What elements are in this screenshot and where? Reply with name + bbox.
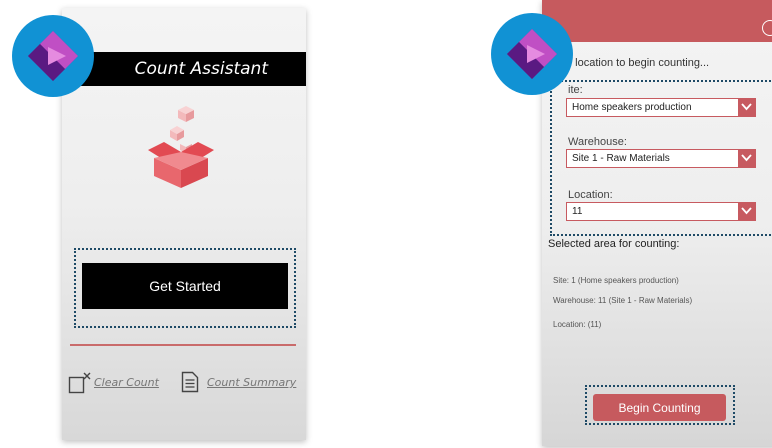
warehouse-label: Warehouse: (568, 136, 627, 148)
power-apps-logo-icon (491, 13, 573, 95)
site-dropdown-value: Home speakers production (572, 102, 692, 113)
location-selection-screen: e location to begin counting... ite: Hom… (542, 0, 772, 446)
divider (70, 344, 296, 346)
selected-area-heading: Selected area for counting: (548, 238, 680, 250)
app-title: Count Assistant (134, 59, 268, 79)
location-label: Location: (568, 189, 613, 201)
get-started-button[interactable]: Get Started (82, 263, 288, 309)
site-dropdown[interactable]: Home speakers production (566, 98, 756, 117)
site-label: ite: (568, 84, 583, 96)
close-icon[interactable] (762, 20, 772, 36)
selected-warehouse-info: Warehouse: 11 (Site 1 - Raw Materials) (553, 296, 693, 305)
power-apps-logo-icon (12, 15, 94, 97)
location-dropdown[interactable]: 11 (566, 202, 756, 221)
warehouse-dropdown-value: Site 1 - Raw Materials (572, 153, 670, 164)
open-box-icon (148, 106, 214, 188)
chevron-down-icon[interactable] (738, 99, 755, 116)
title-bar: Count Assistant (62, 52, 306, 86)
chevron-down-icon[interactable] (738, 203, 755, 220)
chevron-down-icon[interactable] (738, 150, 755, 167)
begin-counting-button[interactable]: Begin Counting (593, 394, 726, 421)
selected-location-info: Location: (11) (553, 320, 602, 329)
clear-count-link[interactable]: Clear Count (94, 376, 159, 389)
count-assistant-home-screen: Count Assistant Get Started Clear Count … (62, 8, 306, 440)
warehouse-dropdown[interactable]: Site 1 - Raw Materials (566, 149, 756, 168)
document-icon[interactable] (181, 371, 199, 393)
instruction-text: e location to begin counting... (566, 57, 710, 69)
clear-count-icon[interactable] (68, 372, 92, 394)
count-summary-link[interactable]: Count Summary (207, 376, 296, 389)
location-dropdown-value: 11 (572, 206, 583, 217)
selected-site-info: Site: 1 (Home speakers production) (553, 276, 679, 285)
title-bar (542, 0, 772, 42)
